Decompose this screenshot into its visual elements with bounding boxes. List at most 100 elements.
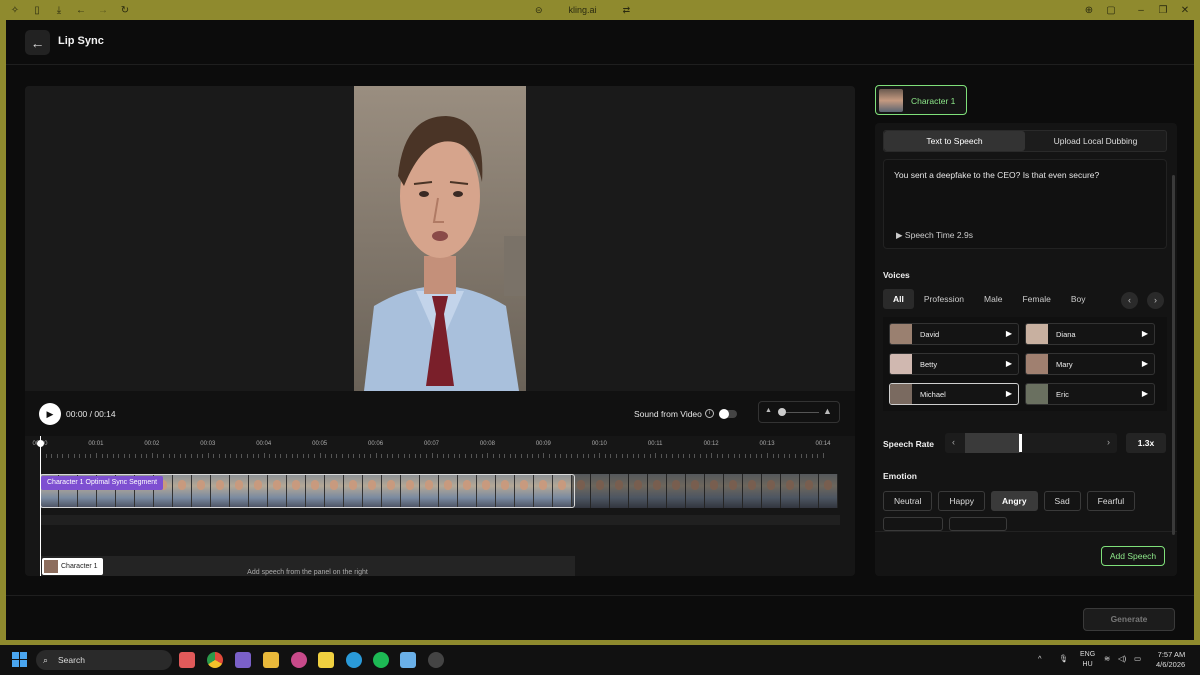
telegram-icon[interactable]	[346, 652, 362, 668]
speech-rate-slider[interactable]: ‹ ›	[945, 433, 1117, 453]
emotion-angry[interactable]: Angry	[990, 491, 1038, 511]
frame-thumbnail	[610, 474, 629, 508]
battery-icon[interactable]: ▭	[1134, 654, 1141, 663]
windows-start-icon[interactable]	[12, 652, 27, 667]
zoom-out-icon[interactable]: ▲	[765, 407, 772, 414]
voice-name: Michael	[920, 390, 946, 399]
chevron-left-icon[interactable]: ‹	[952, 437, 955, 447]
play-voice-icon[interactable]: ▶	[1006, 359, 1012, 368]
filter-female[interactable]: Female	[1012, 289, 1060, 309]
voice-card-michael[interactable]: Michael ▶	[889, 383, 1019, 405]
notepad-icon[interactable]	[400, 652, 416, 668]
player-controls: ▶ 00:00 / 00:14 Sound from Video i ▲ ▲	[25, 391, 855, 436]
video-frame[interactable]	[354, 86, 526, 391]
tick-mark	[638, 454, 640, 458]
forward-nav-icon[interactable]: →	[92, 0, 114, 20]
filter-all[interactable]: All	[883, 289, 914, 309]
tick-mark	[493, 454, 495, 458]
play-voice-icon[interactable]: ▶	[1006, 389, 1012, 398]
tick-mark	[397, 454, 399, 458]
tick-label: 00:02	[144, 441, 160, 447]
voice-card-betty[interactable]: Betty ▶	[889, 353, 1019, 375]
info-icon[interactable]: i	[705, 409, 714, 418]
browser-app-icon[interactable]	[235, 652, 251, 668]
back-nav-icon[interactable]: ←	[70, 0, 92, 20]
emotion-option-hidden[interactable]	[883, 517, 943, 531]
chrome-icon[interactable]	[207, 652, 223, 668]
character-tab[interactable]: Character 1	[875, 85, 967, 115]
zoom-slider-handle[interactable]	[778, 408, 786, 416]
volume-icon[interactable]: ◁)	[1118, 654, 1126, 663]
close-window-icon[interactable]: ✕	[1174, 0, 1196, 20]
spotify-icon[interactable]	[373, 652, 389, 668]
filter-male[interactable]: Male	[974, 289, 1012, 309]
file-explorer-icon[interactable]	[263, 652, 279, 668]
tune-icon[interactable]: ⇄	[623, 5, 631, 16]
emotion-option-hidden[interactable]	[949, 517, 1007, 531]
tick-mark	[604, 454, 606, 458]
language-indicator[interactable]: ENG HU	[1080, 650, 1095, 670]
emotion-fearful[interactable]: Fearful	[1086, 491, 1136, 511]
filter-boy[interactable]: Boy	[1061, 289, 1096, 309]
chevron-up-icon[interactable]: ^	[1038, 654, 1042, 663]
playhead[interactable]	[37, 436, 44, 576]
emotion-happy[interactable]: Happy	[938, 491, 985, 511]
filters-prev-button[interactable]: ‹	[1121, 292, 1138, 309]
frame-thumbnail	[667, 474, 686, 508]
minimize-icon[interactable]: –	[1130, 0, 1152, 20]
play-voice-icon[interactable]: ▶	[1006, 329, 1012, 338]
voice-card-diana[interactable]: Diana ▶	[1025, 323, 1155, 345]
tick-mark	[509, 454, 511, 458]
microphone-icon[interactable]: 🎙	[1059, 654, 1069, 663]
speech-time-preview[interactable]: ▶ Speech Time 2.9s	[896, 230, 973, 241]
add-speech-button[interactable]: Add Speech	[1101, 546, 1165, 566]
voice-filters: All Profession Male Female Boy	[883, 289, 1095, 309]
address-bar[interactable]: ⊝ kling.ai ⇄	[535, 0, 630, 20]
play-voice-icon[interactable]: ▶	[1142, 389, 1148, 398]
messenger-icon[interactable]	[291, 652, 307, 668]
panel-scrollbar[interactable]	[1172, 175, 1175, 535]
tick-mark	[453, 454, 455, 458]
clock[interactable]: 7:57 AM 4/6/2026	[1156, 650, 1185, 670]
tab-upload-local-dubbing[interactable]: Upload Local Dubbing	[1025, 131, 1166, 151]
tick-mark	[386, 454, 388, 458]
maximize-icon[interactable]: ❐	[1152, 0, 1174, 20]
play-button[interactable]: ▶	[39, 403, 61, 425]
video-preview	[25, 86, 855, 391]
zoom-in-icon[interactable]: ▲	[823, 406, 832, 416]
profile-icon[interactable]: ✧	[4, 0, 26, 20]
tick-mark	[246, 454, 248, 458]
script-input[interactable]: You sent a deepfake to the CEO? Is that …	[883, 159, 1167, 249]
video-panel: ▶ 00:00 / 00:14 Sound from Video i ▲ ▲ 0…	[25, 86, 855, 576]
emotion-neutral[interactable]: Neutral	[883, 491, 933, 511]
clock-app-icon[interactable]	[428, 652, 444, 668]
play-voice-icon[interactable]: ▶	[1142, 359, 1148, 368]
speech-rate-value[interactable]: 1.3x	[1126, 433, 1166, 453]
filters-next-button[interactable]: ›	[1147, 292, 1164, 309]
filter-profession[interactable]: Profession	[914, 289, 974, 309]
wifi-icon[interactable]: ≋	[1104, 654, 1110, 663]
emotion-sad[interactable]: Sad	[1043, 491, 1081, 511]
back-button[interactable]: ←	[25, 30, 50, 55]
extensions-icon[interactable]: ▢	[1100, 0, 1122, 20]
speech-rate-handle[interactable]	[1019, 434, 1022, 452]
generate-button[interactable]: Generate	[1083, 608, 1175, 631]
voice-card-mary[interactable]: Mary ▶	[1025, 353, 1155, 375]
voice-card-david[interactable]: David ▶	[889, 323, 1019, 345]
voice-avatar	[890, 384, 912, 404]
sidebar-icon[interactable]: ▯	[26, 0, 48, 20]
taskbar-search[interactable]: ⌕ Search	[36, 650, 172, 670]
play-small-icon: ▶	[896, 230, 903, 240]
tab-text-to-speech[interactable]: Text to Speech	[884, 131, 1025, 151]
voice-avatar	[890, 324, 912, 344]
time-ruler[interactable]: 00:0000:0100:0200:0300:0400:0500:0600:07…	[32, 441, 840, 459]
voice-card-eric[interactable]: Eric ▶	[1025, 383, 1155, 405]
sticky-notes-icon[interactable]	[318, 652, 334, 668]
reload-icon[interactable]: ↻	[114, 0, 136, 20]
download-icon[interactable]: ⤓	[48, 0, 70, 20]
play-voice-icon[interactable]: ▶	[1142, 329, 1148, 338]
chevron-right-icon[interactable]: ›	[1107, 437, 1110, 447]
globe-icon[interactable]: ⊕	[1078, 0, 1100, 20]
sound-toggle[interactable]	[719, 409, 737, 419]
snipping-app-icon[interactable]	[179, 652, 195, 668]
